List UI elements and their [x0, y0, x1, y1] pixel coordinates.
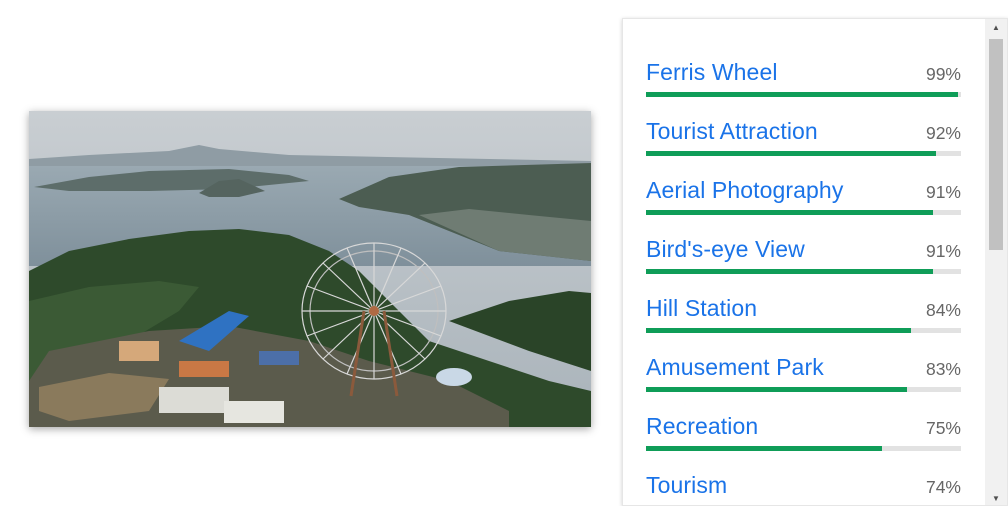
label-row[interactable]: Tourism 74%	[646, 449, 961, 505]
label-row[interactable]: Bird's-eye View 91%	[646, 213, 961, 274]
labels-panel: Ferris Wheel 99% Tourist Attraction 92% Aeri…	[622, 18, 1008, 506]
scroll-thumb[interactable]	[989, 39, 1003, 250]
label-score: 99%	[925, 64, 961, 84]
label-row[interactable]: Hill Station 84%	[646, 272, 961, 333]
label-name-link[interactable]: Tourist Attraction	[646, 117, 818, 145]
label-name-link[interactable]: Tourism	[646, 471, 727, 499]
label-row[interactable]: Ferris Wheel 99%	[646, 36, 961, 97]
label-score: 91%	[925, 241, 961, 261]
label-name-link[interactable]: Recreation	[646, 412, 758, 440]
label-score: 74%	[925, 477, 961, 497]
photo-illustration	[29, 111, 591, 427]
label-name-link[interactable]: Amusement Park	[646, 353, 824, 381]
label-row[interactable]: Recreation 75%	[646, 390, 961, 451]
label-score: 83%	[925, 359, 961, 379]
label-name-link[interactable]: Ferris Wheel	[646, 58, 778, 86]
label-score: 91%	[925, 182, 961, 202]
down-arrow-icon[interactable]: ▼	[985, 490, 1007, 505]
label-name-link[interactable]: Bird's-eye View	[646, 235, 805, 263]
label-name-link[interactable]: Hill Station	[646, 294, 757, 322]
label-row[interactable]: Aerial Photography 91%	[646, 154, 961, 215]
label-score: 92%	[925, 123, 961, 143]
label-score: 75%	[925, 418, 961, 438]
label-row[interactable]: Amusement Park 83%	[646, 331, 961, 392]
label-row[interactable]: Tourist Attraction 92%	[646, 95, 961, 156]
label-score: 84%	[925, 300, 961, 320]
vision-results-view: Ferris Wheel 99% Tourist Attraction 92% Aeri…	[0, 0, 1008, 506]
scrollbar[interactable]: ▲ ▼	[985, 19, 1007, 505]
up-arrow-icon[interactable]: ▲	[985, 19, 1007, 36]
analyzed-photo	[29, 111, 591, 427]
label-name-link[interactable]: Aerial Photography	[646, 176, 843, 204]
